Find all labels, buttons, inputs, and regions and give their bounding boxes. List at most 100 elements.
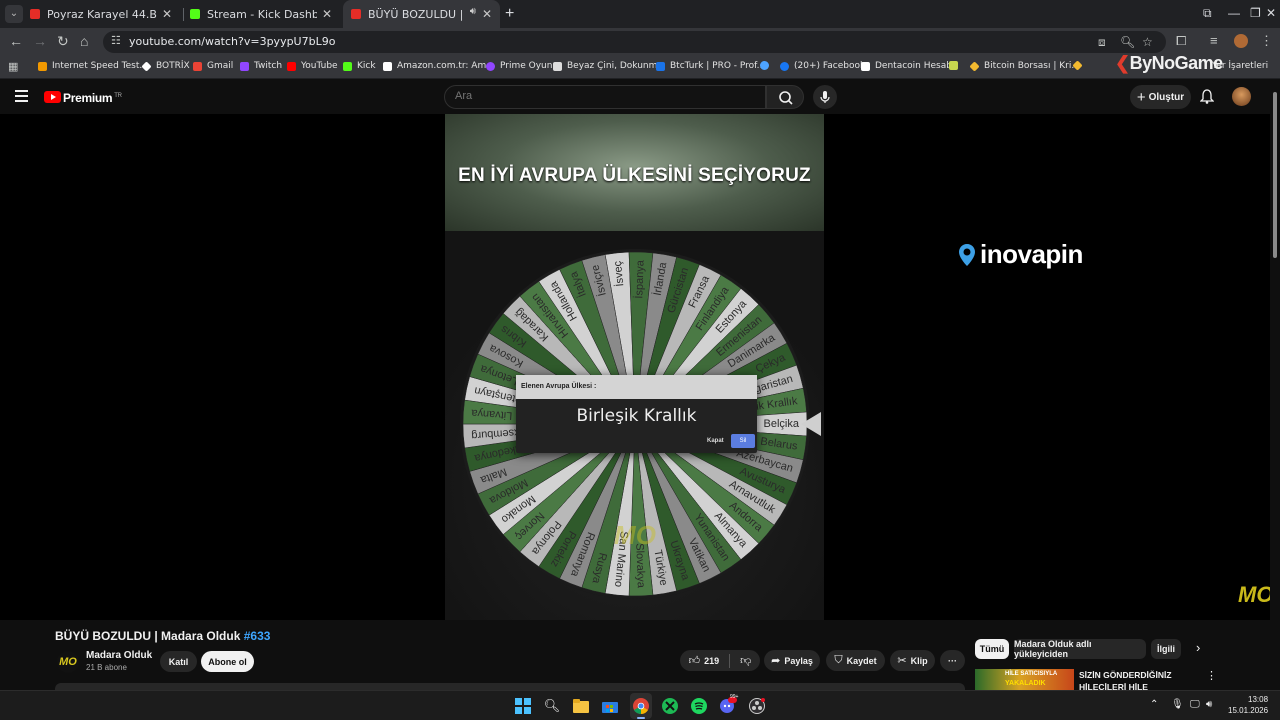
windows-start-icon[interactable] [514,697,532,715]
search-input[interactable] [455,90,755,102]
home-button[interactable]: ⌂ [80,33,88,49]
minimize-button[interactable]: — [1228,6,1240,20]
video-hashtag[interactable]: #633 [244,629,271,643]
bookmark-binance[interactable]: Bitcoin Borsası | Kri... [969,60,1080,72]
microphone-icon [820,91,830,103]
window-tabs-icon[interactable]: ⧉ [1203,6,1212,21]
browser-tab-2[interactable]: Stream - Kick Dashboard ✕ [190,0,340,28]
menu-icon[interactable] [15,90,28,105]
browser-tab-1[interactable]: Poyraz Karayel 44.Bölüm - Full ✕ [30,0,180,28]
youtube-premium-logo[interactable]: Premium TR [63,91,122,105]
bookmark-facebook[interactable]: (20+) Facebook [780,61,865,71]
forward-button[interactable]: → [33,33,47,49]
bookmark-amazon[interactable]: Amazon.com.tr: Am... [383,61,495,71]
binance-icon [969,60,980,72]
browser-profile-avatar[interactable] [1234,34,1248,48]
speedtest-icon [38,61,47,71]
media-controls-icon[interactable]: ≡ [1210,33,1218,48]
close-tab-icon[interactable]: ✕ [162,7,172,21]
bookmark-unnamed[interactable] [760,61,774,70]
close-window-button[interactable]: ✕ [1266,6,1276,20]
bookmark-gmail[interactable]: Gmail [193,61,233,71]
bookmark-youtube[interactable]: YouTube [287,61,338,71]
install-app-icon[interactable]: ⧈ [1098,35,1106,50]
youtube-logo-icon[interactable] [44,91,61,103]
spotify-icon[interactable] [690,697,708,715]
chevron-right-icon[interactable]: › [1196,640,1200,655]
bookmark-botrix[interactable]: BOTRİX [141,60,190,72]
audio-playing-icon[interactable]: 🔊︎ [470,6,476,17]
microsoft-store-icon[interactable] [601,697,619,715]
browser-menu-icon[interactable]: ⋮ [1260,33,1273,49]
btcturk-icon [656,61,665,71]
chip-from-uploader[interactable]: Madara Olduk adlı yükleyiciden [1014,639,1146,659]
video-frame[interactable]: EN İYİ AVRUPA ÜLKESİNİ SEÇİYORUZ İsveç İs… [445,114,824,620]
system-clock[interactable]: 13:08 15.01.2026 [1228,694,1268,716]
like-count[interactable]: 219 [704,656,719,666]
channel-name[interactable]: Madara Olduk [86,650,152,661]
share-button[interactable]: ➦ Paylaş [764,650,820,671]
bookmark-star-icon[interactable]: ☆ [1142,35,1153,49]
bookmark-kick[interactable]: Kick [343,61,376,71]
bookmark-btcturk[interactable]: BtcTurk | PRO - Prof... [656,61,765,71]
dialog-close-button[interactable]: Kapat [707,438,724,444]
search-button[interactable] [766,85,804,109]
channel-avatar[interactable]: MO [57,651,79,673]
clip-button[interactable]: ✂ Klip [890,650,935,671]
bookmark-binance-2[interactable] [1072,60,1087,71]
bookmark-beyaz-cini[interactable]: Beyaz Çini, Dokunm... [553,61,666,71]
close-tab-icon[interactable]: ✕ [482,7,492,21]
extensions-icon[interactable]: ⧠ [1176,33,1186,49]
recommended-video-thumbnail[interactable]: HİLE SATICISIYLA YAKALADIK [975,669,1074,690]
chrome-icon[interactable] [632,697,650,715]
voice-search-button[interactable] [813,85,837,109]
description-box[interactable] [55,683,965,690]
subscribe-button[interactable]: Abone ol [201,651,254,672]
like-icon[interactable]: 👍︎ [689,654,701,667]
address-url[interactable]: youtube.com/watch?v=3pyypU7bL9o [129,35,335,48]
join-button[interactable]: Katıl [160,651,197,672]
tray-overflow-icon[interactable]: ⌃ [1150,699,1158,710]
more-options-icon[interactable]: ⋮ [1206,669,1217,682]
bookmark-speedtest[interactable]: Internet Speed Test... [38,61,148,71]
youtube-account-avatar[interactable] [1232,87,1251,106]
binance-icon [1072,60,1083,71]
restore-button[interactable]: ❐ [1250,6,1261,20]
new-tab-button[interactable]: + [505,5,514,23]
youtube-favicon-icon [30,9,40,19]
browser-tab-active[interactable]: BÜYÜ BOZULDU | Madara O 🔊︎ ✕ [343,0,500,28]
dialog-delete-button[interactable]: Sil [731,434,755,448]
close-tab-icon[interactable]: ✕ [322,7,332,21]
chip-related[interactable]: İlgili [1151,639,1181,659]
chip-all[interactable]: Tümü [975,639,1009,659]
channel-watermark[interactable]: MO [1238,582,1273,608]
save-button[interactable]: ⛉ Kaydet [826,650,885,671]
apps-grid-icon[interactable]: ▦ [8,60,18,73]
reload-button[interactable]: ↻ [57,33,69,50]
bookmark-prime-gaming[interactable]: Prime Oyun [486,61,552,71]
more-actions-button[interactable]: ··· [940,650,965,671]
zoom-icon[interactable]: 🔍︎ [1120,35,1135,49]
xbox-icon[interactable] [661,697,679,715]
page-scrollbar-thumb[interactable] [1273,92,1277,258]
sponsor-logo: inovapin [958,239,1083,270]
tile-icon [553,61,562,71]
volume-icon[interactable]: 🔊︎ [1206,699,1212,710]
video-player[interactable]: EN İYİ AVRUPA ÜLKESİNİ SEÇİYORUZ İsveç İs… [0,114,1273,620]
network-icon[interactable]: 🖵 [1190,699,1200,710]
twitch-icon [240,61,249,71]
search-icon[interactable]: 🔍︎ [543,697,561,715]
create-button[interactable]: + Oluştur [1130,85,1191,109]
back-button[interactable]: ← [9,33,23,49]
microphone-tray-icon[interactable]: 🎙︎ [1171,699,1184,710]
obs-icon[interactable] [748,697,766,715]
bookmark-twitch[interactable]: Twitch [240,61,282,71]
bookmark-dentacoin[interactable]: Dentacoin Hesabı [861,61,954,71]
bookmark-p[interactable] [949,61,963,70]
address-bar[interactable]: ☷ youtube.com/watch?v=3pyypU7bL9o ⧈ 🔍︎ ☆ [103,31,1166,53]
site-info-icon[interactable]: ☷ [111,34,121,47]
dislike-icon[interactable]: 👎︎ [740,654,751,667]
notifications-bell-icon[interactable] [1200,89,1214,104]
tab-search-icon[interactable]: ⌄ [5,5,23,23]
file-explorer-icon[interactable] [572,697,590,715]
